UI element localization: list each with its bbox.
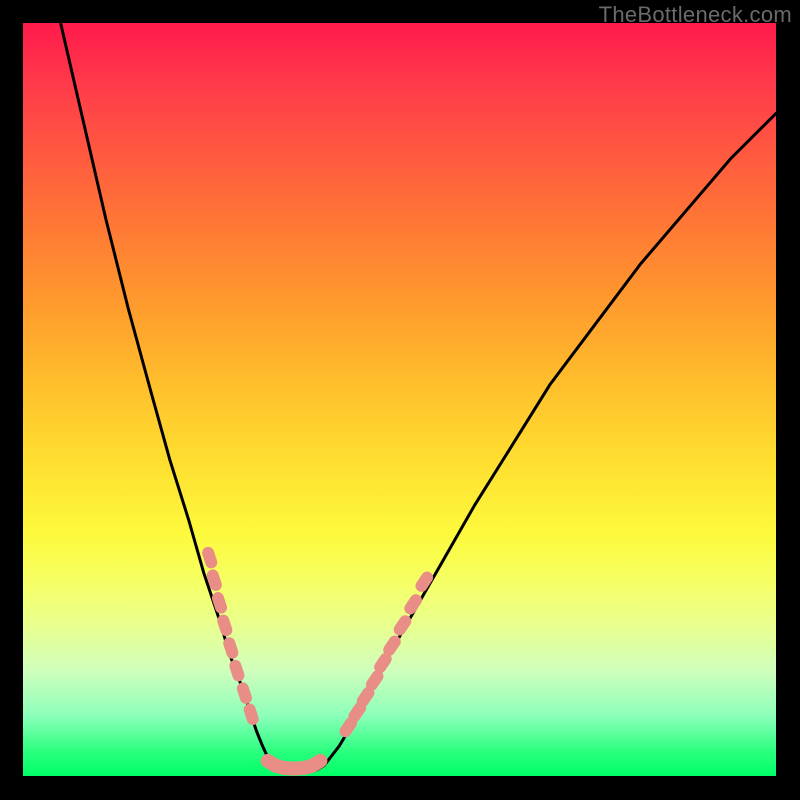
v-curve xyxy=(61,23,776,773)
chart-svg xyxy=(0,0,800,800)
bottleneck-curve xyxy=(61,23,776,773)
curve-dot xyxy=(402,592,424,617)
curve-dot xyxy=(228,658,246,683)
highlight-dots xyxy=(201,545,436,768)
chart-frame: TheBottleneck.com xyxy=(0,0,800,800)
valley-blob xyxy=(268,761,321,769)
curve-dot xyxy=(235,681,253,706)
curve-dot xyxy=(242,702,260,727)
